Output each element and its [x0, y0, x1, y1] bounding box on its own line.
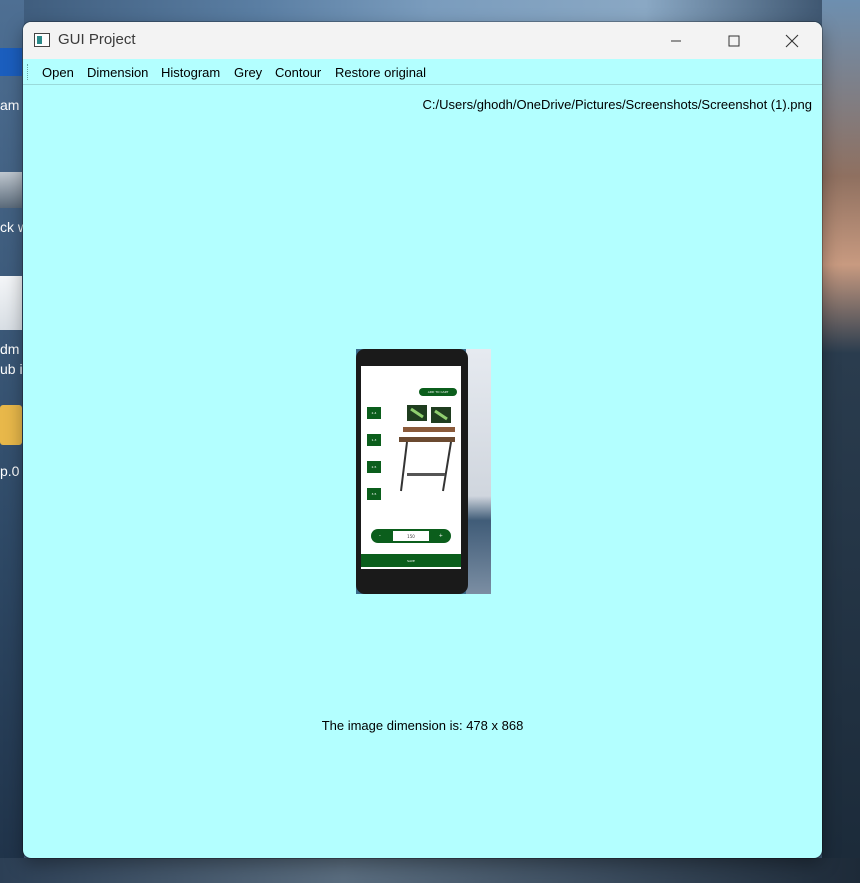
- minimize-button[interactable]: [647, 22, 705, 59]
- menu-grip: [27, 64, 30, 80]
- window-title: GUI Project: [58, 31, 136, 48]
- preview-stepper-minus: -: [379, 533, 381, 539]
- image-dimension-label: The image dimension is: 478 x 868: [321, 718, 524, 733]
- phone-screen: ADD TO CART 2-4 1-3 2-5 3-5 - 150 + SAVE: [361, 366, 461, 569]
- desktop-label[interactable]: am: [0, 97, 24, 113]
- file-path-label: C:/Users/ghodh/OneDrive/Pictures/Screens…: [422, 97, 812, 112]
- menu-restore-original[interactable]: Restore original: [335, 65, 426, 80]
- preview-size-option: 3-5: [367, 488, 381, 500]
- minimize-icon: [671, 40, 681, 41]
- preview-size-option: 2-4: [367, 407, 381, 419]
- desktop-label[interactable]: dm: [0, 341, 24, 357]
- desktop-label[interactable]: p.0: [0, 463, 24, 479]
- preview-stepper-value: 150: [393, 531, 429, 541]
- desktop-label[interactable]: ck w: [0, 219, 24, 235]
- menu-dimension[interactable]: Dimension: [87, 65, 148, 80]
- word-app-icon[interactable]: [0, 48, 22, 76]
- loaded-image: ADD TO CART 2-4 1-3 2-5 3-5 - 150 + SAVE: [356, 349, 491, 594]
- title-bar[interactable]: GUI Project: [23, 22, 822, 59]
- menu-open[interactable]: Open: [42, 65, 74, 80]
- maximize-button[interactable]: [705, 22, 763, 59]
- menu-histogram[interactable]: Histogram: [161, 65, 220, 80]
- preview-save-button: SAVE: [361, 554, 461, 567]
- app-window: GUI Project Open Dimension Histogram Gre…: [23, 22, 822, 858]
- image-side-strip: [466, 349, 491, 594]
- robot-car-icon[interactable]: [0, 172, 22, 208]
- maximize-icon: [728, 35, 740, 46]
- preview-quantity-stepper: - 150 +: [371, 529, 451, 543]
- preview-size-option: 2-5: [367, 461, 381, 473]
- desktop-background-right: [822, 0, 860, 883]
- preview-size-option: 1-3: [367, 434, 381, 446]
- preview-stepper-plus: +: [438, 533, 443, 539]
- desk-product-image: [399, 405, 455, 492]
- close-icon: [785, 34, 799, 47]
- desktop-background-bottom: [0, 858, 860, 883]
- phone-frame: ADD TO CART 2-4 1-3 2-5 3-5 - 150 + SAVE: [356, 349, 468, 594]
- desktop-label[interactable]: ub i: [0, 361, 24, 377]
- menu-bar: Open Dimension Histogram Grey Contour Re…: [23, 60, 822, 85]
- menu-grey[interactable]: Grey: [234, 65, 262, 80]
- menu-contour[interactable]: Contour: [275, 65, 321, 80]
- app-icon: [34, 33, 50, 47]
- folder-icon[interactable]: [0, 405, 22, 445]
- preview-add-to-cart-button: ADD TO CART: [419, 388, 457, 396]
- document-icon[interactable]: [0, 276, 22, 330]
- close-button[interactable]: [763, 22, 821, 59]
